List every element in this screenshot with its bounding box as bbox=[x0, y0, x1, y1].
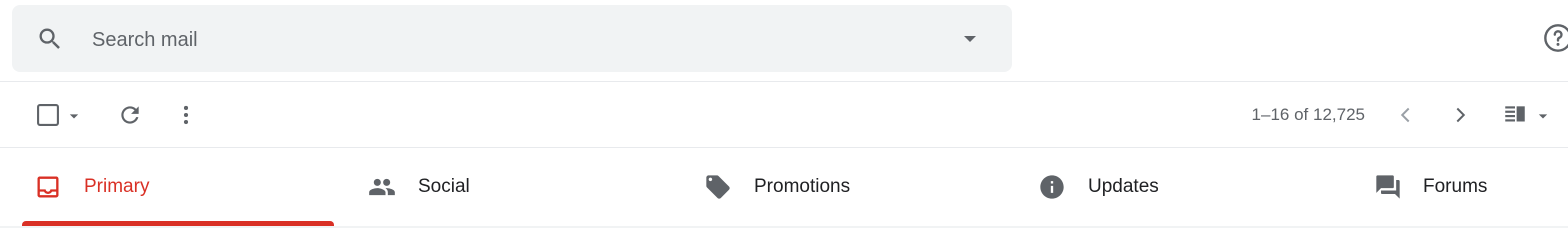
select-all-checkbox[interactable] bbox=[34, 101, 62, 129]
pagination-range: 1–16 of 12,725 bbox=[1251, 105, 1365, 124]
info-icon bbox=[1038, 173, 1066, 201]
header-divider bbox=[0, 81, 1568, 82]
tag-icon bbox=[704, 173, 732, 201]
tab-primary[interactable]: Primary bbox=[22, 148, 334, 226]
tab-forums[interactable]: Forums bbox=[1362, 148, 1568, 226]
people-icon bbox=[368, 173, 396, 201]
tab-label-primary: Primary bbox=[84, 176, 150, 197]
tab-label-promotions: Promotions bbox=[754, 176, 851, 197]
tab-promotions[interactable]: Promotions bbox=[692, 148, 1012, 226]
chevron-right-icon[interactable] bbox=[1446, 101, 1474, 129]
inbox-icon bbox=[34, 173, 62, 201]
tab-label-forums: Forums bbox=[1423, 176, 1488, 197]
tab-label-updates: Updates bbox=[1088, 176, 1159, 197]
tabs-divider bbox=[0, 226, 1568, 228]
chevron-left-icon[interactable] bbox=[1392, 101, 1420, 129]
search-icon[interactable] bbox=[36, 25, 64, 53]
search-options-chevron-down-icon[interactable] bbox=[954, 23, 986, 55]
more-vertical-icon[interactable] bbox=[172, 101, 200, 129]
split-pane-chevron-down-icon[interactable] bbox=[1533, 106, 1553, 126]
tab-updates[interactable]: Updates bbox=[1026, 148, 1346, 226]
forum-icon bbox=[1374, 173, 1402, 201]
help-icon[interactable] bbox=[1542, 22, 1568, 54]
split-pane-icon[interactable] bbox=[1500, 101, 1530, 129]
gmail-inbox-header: 1–16 of 12,725 Primary bbox=[0, 0, 1568, 228]
search-bar[interactable] bbox=[12, 5, 1012, 72]
select-dropdown-chevron-down-icon[interactable] bbox=[64, 106, 84, 126]
refresh-icon[interactable] bbox=[116, 101, 144, 129]
tab-label-social: Social bbox=[418, 176, 470, 197]
search-input[interactable] bbox=[90, 19, 954, 61]
tab-social[interactable]: Social bbox=[356, 148, 676, 226]
